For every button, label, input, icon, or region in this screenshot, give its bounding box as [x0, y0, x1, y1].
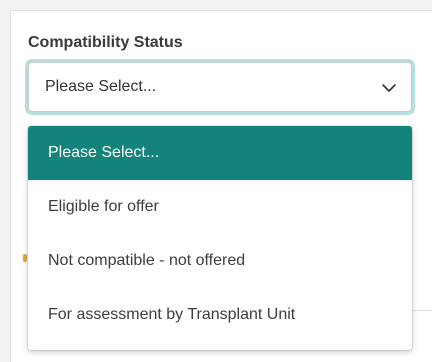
select-current-value: Please Select... [45, 78, 157, 95]
dropdown-option-not-compatible[interactable]: Not compatible - not offered [28, 234, 412, 288]
background-divider [412, 310, 432, 311]
background-accent-mark [23, 254, 27, 262]
dropdown-menu: Please Select... Eligible for offer Not … [28, 126, 412, 350]
compatibility-status-label: Compatibility Status [28, 34, 183, 51]
dropdown-option-eligible-for-offer[interactable]: Eligible for offer [28, 180, 412, 234]
compatibility-status-select[interactable]: Please Select... [28, 62, 412, 112]
chevron-down-icon [382, 84, 396, 92]
dropdown-option-please-select[interactable]: Please Select... [28, 126, 412, 180]
dropdown-option-for-assessment[interactable]: For assessment by Transplant Unit [28, 288, 412, 342]
